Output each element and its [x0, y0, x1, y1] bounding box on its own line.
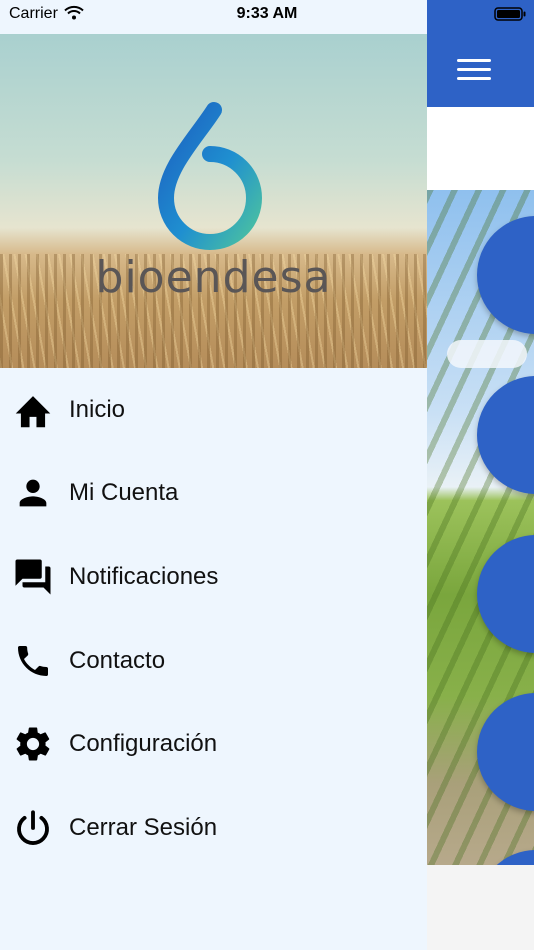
bioendesa-drop-logo-icon	[157, 102, 263, 250]
background-screen	[427, 0, 534, 950]
navigation-drawer: bioendesa Inicio Mi Cuenta Notificacione…	[0, 0, 427, 950]
gear-icon	[12, 723, 54, 765]
phone-icon	[12, 640, 54, 682]
drawer-header-image: bioendesa	[0, 34, 427, 368]
menu-item-label: Mi Cuenta	[69, 479, 179, 507]
clock: 9:33 AM	[236, 5, 298, 22]
menu-item-label: Notificaciones	[69, 562, 219, 590]
menu-item-contacto[interactable]: Contacto	[0, 619, 427, 703]
brand-wordmark: bioendesa	[95, 252, 332, 303]
menu-item-cerrar-sesion[interactable]: Cerrar Sesión	[0, 786, 427, 870]
menu-item-label: Cerrar Sesión	[69, 813, 218, 841]
status-bar: Carrier 9:33 AM	[0, 0, 534, 28]
menu-item-inicio[interactable]: Inicio	[0, 368, 427, 452]
person-icon	[12, 472, 54, 514]
menu-item-configuracion[interactable]: Configuración	[0, 702, 427, 786]
drawer-menu: Inicio Mi Cuenta Notificaciones Contacto…	[0, 368, 427, 870]
menu-item-label: Inicio	[69, 395, 126, 423]
header-spacer	[427, 107, 534, 190]
hamburger-menu-icon[interactable]	[457, 59, 491, 81]
menu-item-label: Configuración	[69, 730, 218, 758]
menu-item-mi-cuenta[interactable]: Mi Cuenta	[0, 452, 427, 536]
home-icon	[12, 389, 54, 431]
power-icon	[12, 807, 54, 849]
bottom-area	[427, 865, 534, 950]
battery-icon	[494, 7, 526, 26]
cloud-shape	[447, 340, 527, 368]
menu-item-label: Contacto	[69, 646, 166, 674]
chat-bubbles-icon	[12, 556, 54, 598]
menu-item-notificaciones[interactable]: Notificaciones	[0, 535, 427, 619]
